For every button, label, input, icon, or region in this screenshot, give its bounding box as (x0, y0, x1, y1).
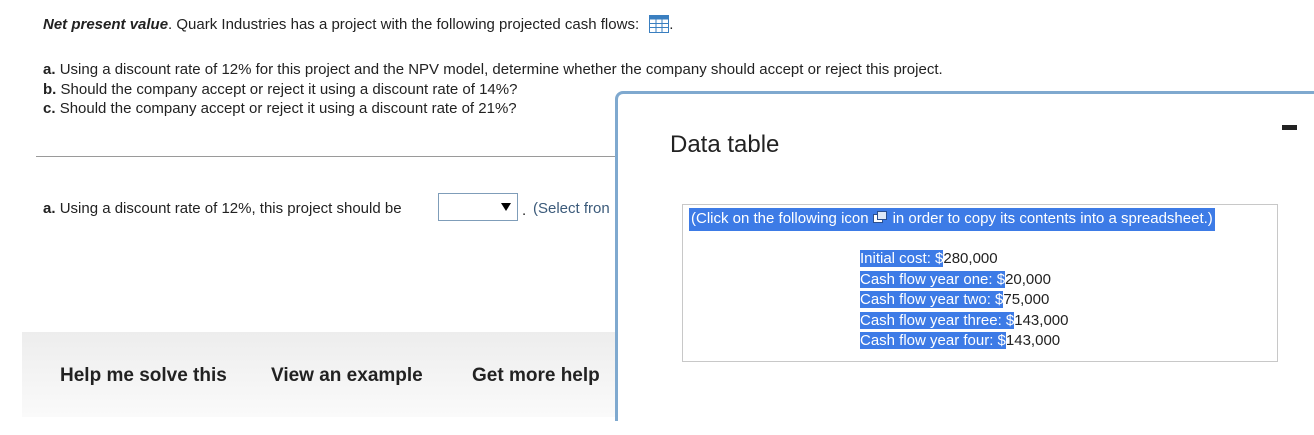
data-row-value: 20,000 (1005, 271, 1051, 288)
part-a-text: Using a discount rate of 12% for this pr… (59, 61, 943, 78)
question-title: Net present value. Quark Industries has … (43, 15, 673, 33)
question-title-bold: Net present value (43, 16, 169, 33)
data-row-value: 143,000 (1014, 312, 1069, 329)
data-row-label: Cash flow year four: $ (860, 332, 1006, 349)
data-row-year-three: Cash flow year three: $143,000 (860, 311, 1068, 331)
question-part-c: c. Should the company accept or reject i… (43, 100, 517, 117)
get-more-help-button[interactable]: Get more help (472, 365, 600, 387)
copy-instruction: (Click on the following icon in order to… (689, 208, 1215, 231)
accept-reject-dropdown[interactable] (438, 193, 518, 221)
data-row-value: 280,000 (943, 250, 998, 267)
data-row-label: Cash flow year one: $ (860, 271, 1006, 288)
answer-prompt: a. Using a discount rate of 12%, this pr… (43, 200, 402, 217)
view-example-button[interactable]: View an example (271, 365, 423, 387)
data-row-value: 143,000 (1005, 332, 1061, 349)
copy-note-start: (Click on the following icon (691, 210, 869, 227)
part-a-label: a. (43, 61, 56, 78)
answer-period: . (522, 202, 527, 219)
data-row-year-four: Cash flow year four: $143,000 (860, 331, 1060, 351)
minimize-icon[interactable] (1282, 125, 1297, 130)
data-row-year-one: Cash flow year one: $20,000 (860, 270, 1051, 290)
data-row-value: 75,000 (1003, 291, 1050, 308)
part-c-label: c. (43, 100, 56, 117)
answer-label: a. (43, 200, 56, 217)
data-row-label: Cash flow year two: $ (860, 291, 1004, 308)
question-title-end: . (669, 16, 674, 33)
section-divider (36, 156, 622, 157)
data-table-icon[interactable] (649, 15, 670, 33)
data-row-year-two: Cash flow year two: $75,000 (860, 290, 1049, 310)
answer-text: Using a discount rate of 12%, this proje… (59, 200, 402, 217)
copy-note-end: in order to copy its contents into a spr… (892, 210, 1213, 227)
data-row-initial-cost: Initial cost: $280,000 (860, 249, 998, 269)
chevron-down-icon[interactable] (497, 196, 515, 218)
data-row-label: Cash flow year three: $ (860, 312, 1015, 329)
help-me-solve-button[interactable]: Help me solve this (60, 365, 227, 387)
part-c-text: Should the company accept or reject it u… (59, 100, 517, 117)
popup-title: Data table (670, 131, 780, 158)
question-part-a: a. Using a discount rate of 12% for this… (43, 61, 943, 78)
select-hint: (Select fron (533, 200, 610, 217)
data-row-label: Initial cost: $ (860, 250, 944, 267)
part-b-text: Should the company accept or reject it u… (60, 81, 518, 98)
question-title-text: . Quark Industries has a project with th… (168, 16, 640, 33)
question-part-b: b. Should the company accept or reject i… (43, 81, 517, 98)
copy-to-spreadsheet-icon[interactable] (872, 210, 887, 224)
part-b-label: b. (43, 81, 57, 98)
